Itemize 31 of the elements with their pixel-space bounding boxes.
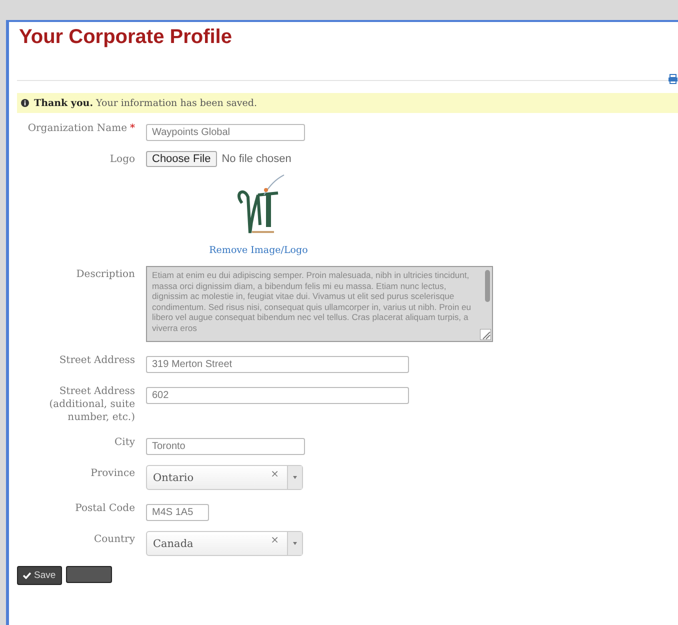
field-label: Description (76, 269, 135, 280)
choose-file-button[interactable]: Choose File (146, 151, 217, 167)
page-title: Your Corporate Profile (18, 25, 233, 50)
field-label: Postal Code (75, 503, 135, 514)
field-label: Logo (110, 154, 135, 165)
field-label: Organization Name (28, 123, 127, 134)
required-asterisk: * (130, 123, 135, 134)
field-label: City (114, 437, 135, 448)
info-icon (21, 99, 29, 107)
field-label: Country (94, 534, 135, 545)
text-field[interactable]: Toronto (146, 438, 305, 455)
field-label: Street Address (59, 355, 135, 366)
text-field[interactable]: M4S 1A5 (146, 504, 209, 521)
cancel-button[interactable] (66, 566, 112, 583)
select-field[interactable]: Canada × (146, 531, 303, 556)
text-field[interactable]: Waypoints Global (146, 124, 305, 141)
description-field[interactable]: Etiam at enim eu dui adipiscing semper. Proin malesuada, nibh in ultricies tincidunt, massa orci dignissim diam, a bibendum felis mi eu massa. Etiam nunc lectus, dignissim ac molestie in, feugiat vitae dui. Vivamus ut elit sed purus scelerisque condimentum. Sed risus nisi, consequat quis ullamcorper in, varius ut nibh. Proin eu libero vel augue consequat bibendum nec vel tellus. Cras placerat aliquam turpis, a viverra eros (146, 266, 493, 342)
resize-handle-icon[interactable] (480, 329, 491, 340)
check-icon (23, 572, 31, 579)
caret-icon (293, 542, 297, 545)
caret-icon (293, 476, 297, 479)
alert-message: Thank you. Your information has been saved. (34, 98, 257, 108)
field-label: Province (90, 468, 135, 479)
file-status: No file chosen (222, 153, 292, 165)
text-field[interactable]: 602 (146, 387, 409, 404)
save-button[interactable]: Save (17, 566, 62, 585)
remove-logo-link[interactable]: Remove Image/Logo (209, 245, 308, 256)
select-field[interactable]: Ontario × (146, 465, 303, 490)
printer-icon[interactable] (668, 74, 678, 84)
field-label: Street Address (additional, suite number, etc.) (49, 386, 135, 423)
text-field[interactable]: 319 Merton Street (146, 356, 409, 373)
